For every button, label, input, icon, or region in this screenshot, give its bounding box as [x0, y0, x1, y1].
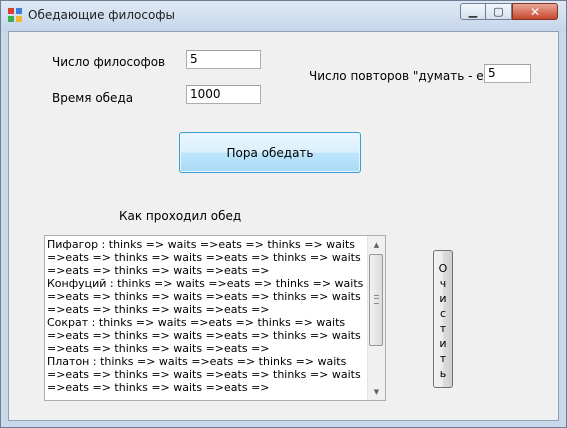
minimize-button[interactable]: ▁ [460, 3, 486, 20]
clear-letter: и [439, 337, 447, 350]
log-scrollbar[interactable]: ▲ ▼ [367, 236, 385, 400]
log-label: Как проходил обед [119, 209, 242, 223]
clear-letter: и [439, 292, 447, 305]
scroll-up-icon[interactable]: ▲ [368, 236, 385, 253]
log-textbox[interactable]: Пифагор : thinks => waits =>eats => thin… [44, 235, 386, 401]
repeats-input[interactable]: 5 [484, 64, 531, 83]
maximize-button[interactable]: ▢ [486, 3, 512, 20]
title-bar[interactable]: Обедающие философы ▁ ▢ ✕ [1, 1, 566, 31]
log-entry: Конфуций : thinks => waits =>eats => thi… [47, 277, 364, 316]
log-entry: Платон : thinks => waits =>eats => think… [47, 355, 361, 394]
log-entry: Пифагор : thinks => waits =>eats => thin… [47, 238, 361, 277]
repeats-label: Число повторов "думать - есть" [309, 69, 510, 83]
app-window: Обедающие философы ▁ ▢ ✕ Число философов… [0, 0, 567, 428]
philosophers-count-input[interactable]: 5 [186, 50, 261, 69]
form-client-area: Число философов 5 Время обеда 1000 Число… [8, 31, 559, 421]
clear-letter: О [438, 262, 448, 275]
clear-letter: ь [439, 367, 447, 380]
clear-button[interactable]: О ч и с т и т ь [433, 250, 453, 388]
scroll-down-icon[interactable]: ▼ [368, 383, 385, 400]
close-icon: ✕ [529, 4, 541, 19]
log-content: Пифагор : thinks => waits =>eats => thin… [47, 238, 367, 398]
dine-button-label: Пора обедать [226, 145, 314, 160]
grip-icon [374, 295, 379, 304]
lunch-time-label: Время обеда [52, 91, 134, 105]
dine-button[interactable]: Пора обедать [179, 132, 361, 173]
clear-letter: ч [439, 277, 447, 290]
clear-letter: т [439, 352, 447, 365]
clear-letter: с [439, 307, 447, 320]
app-icon [8, 8, 22, 22]
minimize-icon: ▁ [468, 5, 478, 18]
clear-letter: т [439, 322, 447, 335]
lunch-time-input[interactable]: 1000 [186, 85, 261, 104]
log-entry: Сократ : thinks => waits =>eats => think… [47, 316, 361, 355]
philosophers-count-label: Число философов [52, 55, 166, 69]
maximize-icon: ▢ [493, 5, 504, 18]
window-title: Обедающие философы [28, 8, 176, 22]
scrollbar-thumb[interactable] [369, 254, 383, 346]
clear-button-label: О ч и с т и т ь [434, 261, 452, 381]
close-button[interactable]: ✕ [512, 3, 558, 20]
